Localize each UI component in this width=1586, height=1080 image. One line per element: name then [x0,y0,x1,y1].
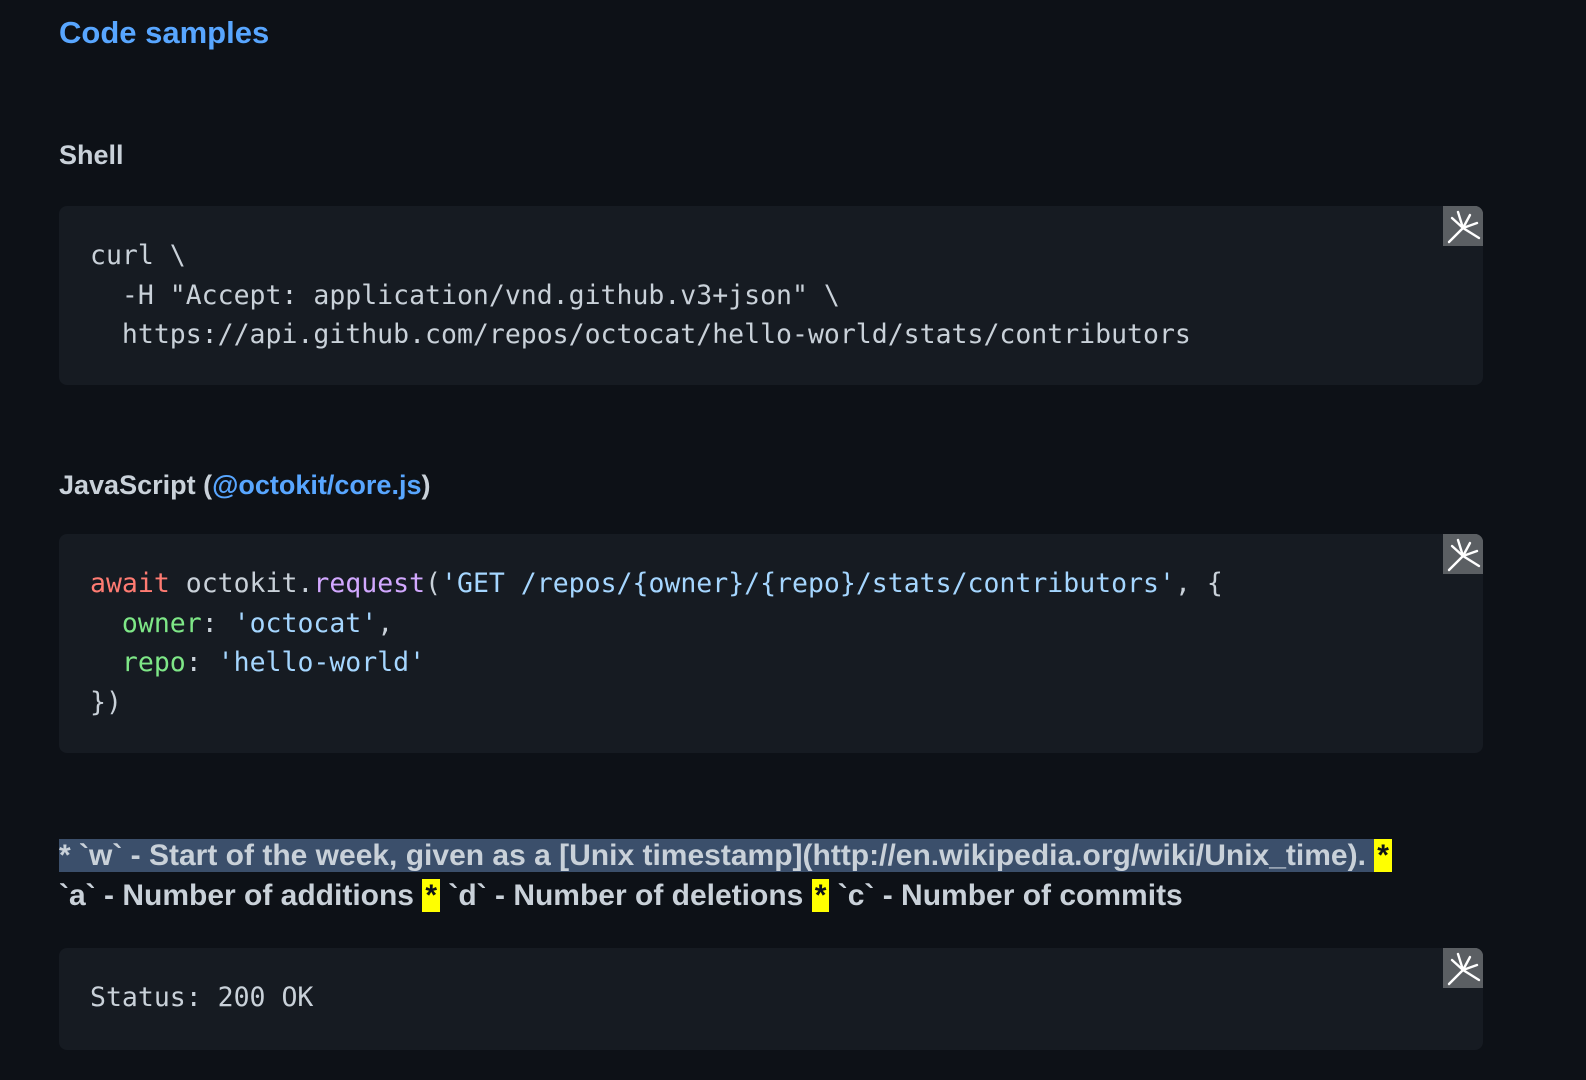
copy-javascript-button[interactable] [1443,534,1483,574]
javascript-code-line-3: repo: 'hello-world' [121,647,426,678]
javascript-code-block: await octokit.request('GET /repos/{owner… [59,534,1483,753]
response-description: * `w` - Start of the week, given as a [U… [59,836,1499,916]
highlight-star: * [422,879,441,912]
deletions-description: `d` - Number of deletions [440,879,812,912]
response-code-block: Status: 200 OK [59,948,1483,1050]
javascript-code[interactable]: await octokit.request('GET /repos/{owner… [90,564,1223,722]
shell-heading: Shell [59,140,124,170]
highlight-star: * [1374,839,1392,872]
shell-code-line-1: curl \ [90,240,186,271]
javascript-code-line-4: }) [90,686,122,718]
javascript-heading-prefix: JavaScript ( [59,470,213,500]
additions-description: `a` - Number of additions [59,879,423,912]
week-description: `w` - Start of the week, given as a [Uni… [70,839,1375,872]
copy-icon [1443,206,1483,246]
shell-code-line-3: https://api.github.com/repos/octocat/hel… [90,319,1191,350]
copy-icon [1443,948,1483,988]
octokit-core-link[interactable]: @octokit/core.js [212,470,421,500]
javascript-heading-suffix: ) [421,470,431,500]
code-samples-heading[interactable]: Code samples [59,15,269,51]
copy-icon [1443,534,1483,574]
javascript-code-line-1: await octokit.request('GET /repos/{owner… [90,568,1223,599]
javascript-heading: JavaScript (@octokit/core.js) [59,470,430,501]
status-line: Status: 200 OK [90,982,314,1013]
javascript-code-line-2: owner: 'octocat', [121,607,394,639]
shell-code[interactable]: curl \ -H "Accept: application/vnd.githu… [90,236,1191,355]
commits-description: `c` - Number of commits [829,879,1183,912]
response-code[interactable]: Status: 200 OK [90,978,313,1018]
copy-shell-button[interactable] [1443,206,1483,246]
copy-response-button[interactable] [1443,948,1483,988]
selected-text: * `w` - Start of the week, given as a [U… [59,839,1375,872]
list-star: * [59,839,71,872]
shell-code-block: curl \ -H "Accept: application/vnd.githu… [59,206,1483,385]
highlight-star: * [811,879,830,912]
shell-code-line-2: -H "Accept: application/vnd.github.v3+js… [90,279,840,311]
